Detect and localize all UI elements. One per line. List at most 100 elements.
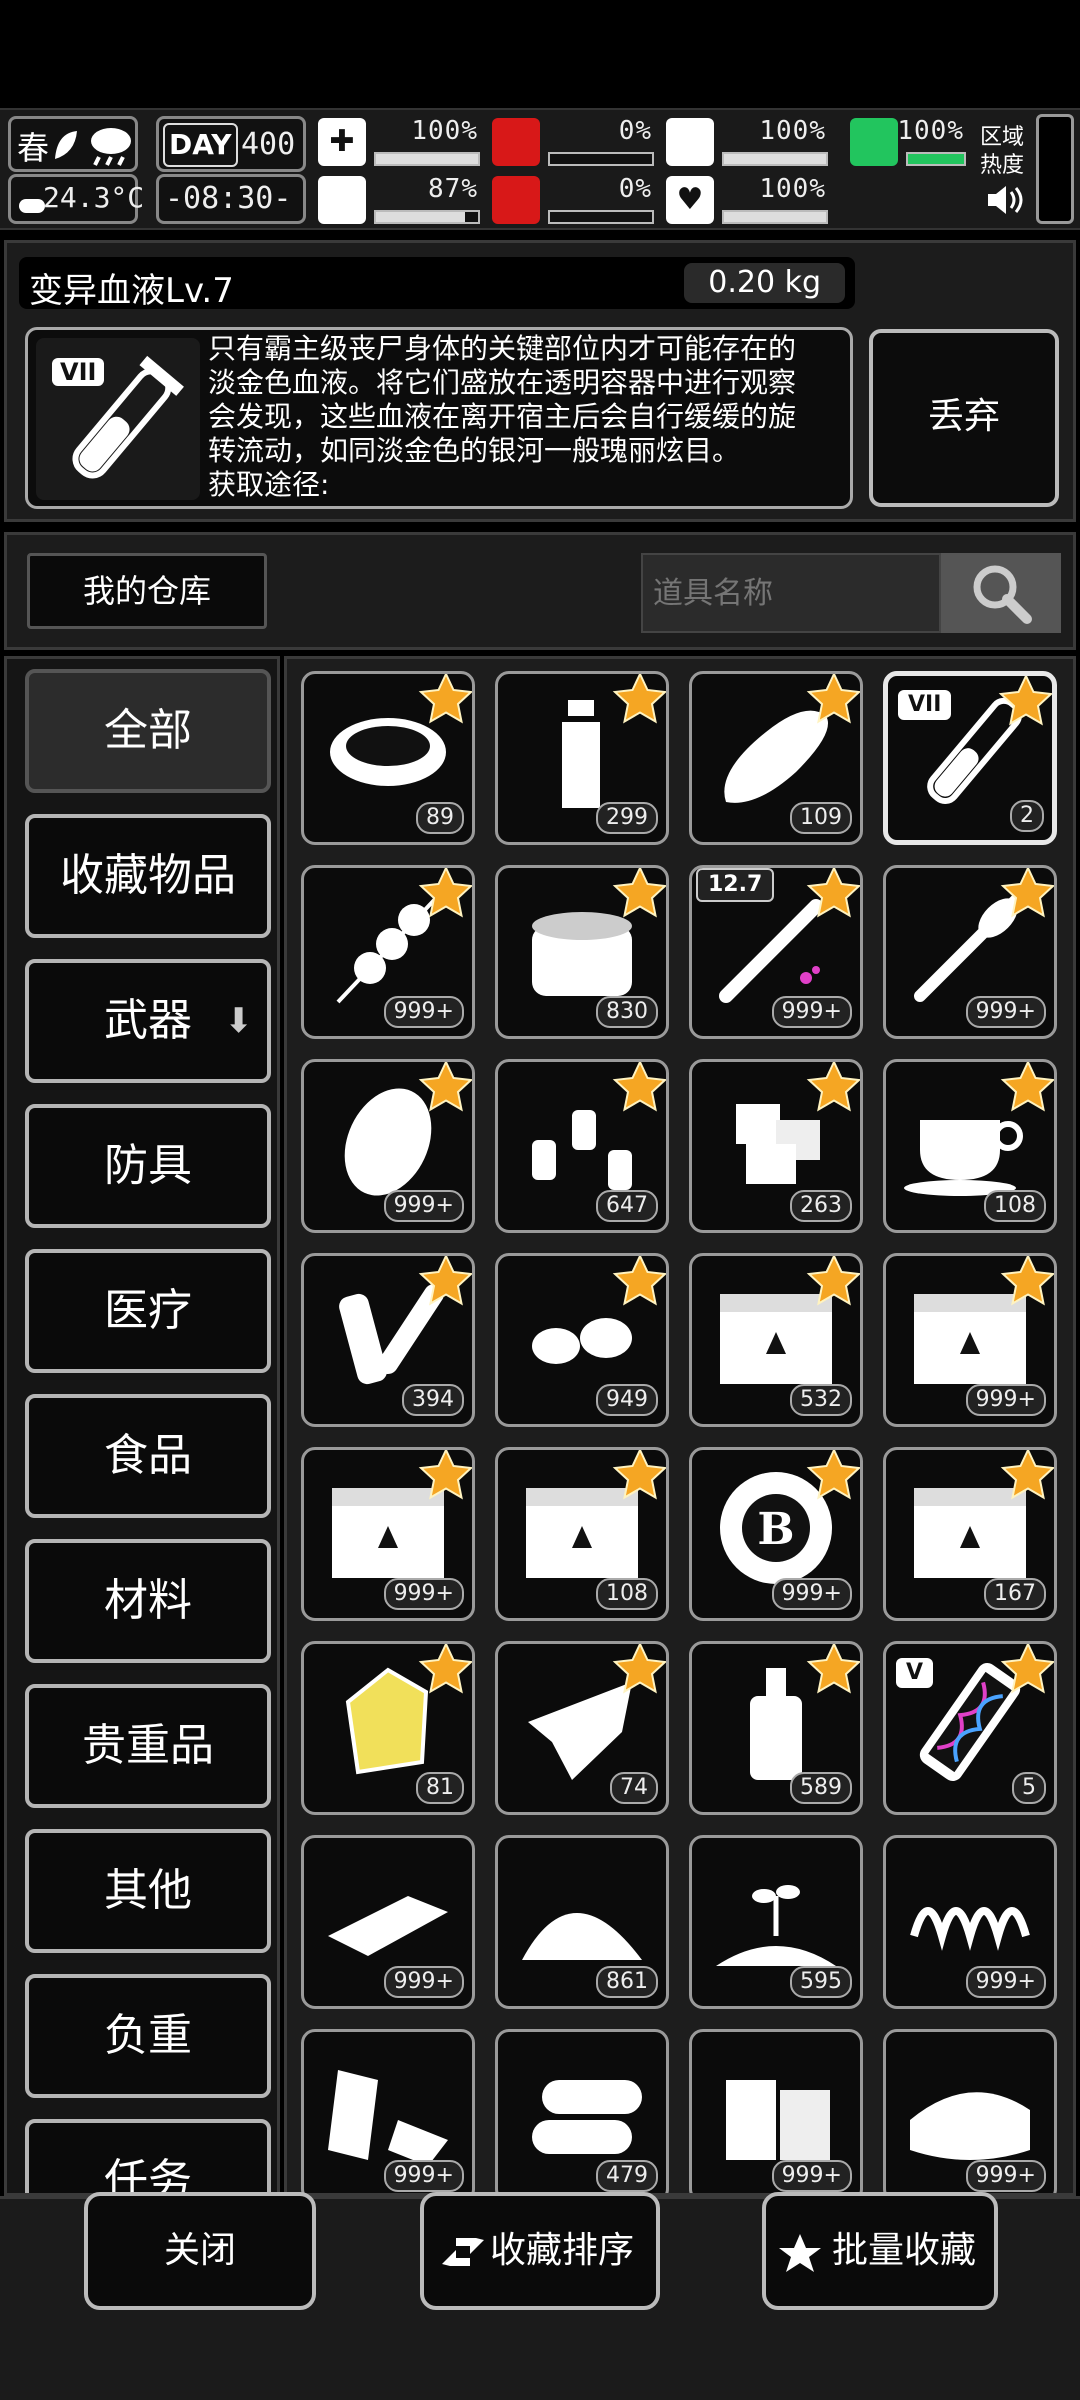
category-item-2[interactable]: 武器 ⬇ <box>25 959 271 1083</box>
favorite-star-icon[interactable] <box>416 1641 475 1700</box>
favorite-star-icon[interactable] <box>804 1447 863 1506</box>
favorite-star-icon[interactable] <box>610 1447 669 1506</box>
item-slot[interactable]: 532 <box>689 1253 863 1427</box>
season-box: 春 <box>8 116 138 172</box>
item-slot[interactable]: 647 <box>495 1059 669 1233</box>
search-button[interactable] <box>941 553 1061 633</box>
item-slot[interactable]: 108 <box>495 1447 669 1621</box>
favorite-star-icon[interactable] <box>998 1641 1057 1700</box>
favorite-star-icon[interactable] <box>416 865 475 924</box>
item-slot[interactable]: 589 <box>689 1641 863 1815</box>
favorite-star-icon[interactable] <box>998 1059 1057 1118</box>
item-slot[interactable]: 999+ <box>883 2029 1057 2193</box>
item-slot[interactable]: 999+ <box>301 1835 475 2009</box>
item-badge: 12.7 <box>696 868 775 902</box>
time-value: -08:30- <box>165 181 292 216</box>
item-slot[interactable]: 12.7 999+ <box>689 865 863 1039</box>
favorite-star-icon[interactable] <box>610 1253 669 1312</box>
favorite-star-icon[interactable] <box>804 1059 863 1118</box>
favorite-star-icon[interactable] <box>804 1253 863 1312</box>
item-slot[interactable]: 595 <box>689 1835 863 2009</box>
category-item-1[interactable]: 收藏物品 <box>25 814 271 938</box>
item-name: 变异血液Lv.7 <box>29 271 234 311</box>
favorite-star-icon[interactable] <box>998 865 1057 924</box>
favorite-star-icon[interactable] <box>610 1059 669 1118</box>
item-slot[interactable]: 949 <box>495 1253 669 1427</box>
item-slot[interactable]: 999+ <box>301 1059 475 1233</box>
item-count: 999+ <box>383 2160 464 2192</box>
item-slot[interactable]: 999+ <box>301 1447 475 1621</box>
item-count: 999+ <box>771 2160 852 2192</box>
item-slot[interactable]: B 999+ <box>689 1447 863 1621</box>
favorite-star-icon[interactable] <box>416 1253 475 1312</box>
favorite-star-icon[interactable] <box>998 1253 1057 1312</box>
item-slot[interactable]: V5 <box>883 1641 1057 1815</box>
item-slot[interactable]: 109 <box>689 671 863 845</box>
item-slot[interactable]: 999+ <box>301 865 475 1039</box>
batch-favorite-label: 批量收藏 <box>832 2230 977 2271</box>
my-storage-tab[interactable]: 我的仓库 <box>27 553 267 629</box>
item-slot[interactable]: 999+ <box>689 2029 863 2193</box>
favorite-star-icon[interactable] <box>998 1447 1057 1506</box>
item-count: 861 <box>596 1966 658 1998</box>
favorite-star-icon[interactable] <box>996 672 1056 732</box>
category-item-9[interactable]: 负重 <box>25 1974 271 2098</box>
stat-hydration: 100% <box>666 116 832 170</box>
heart-icon: ♥ <box>666 176 714 224</box>
item-grid: 89 299 109 VII 2 999+ 830 12.7 999+ 999+ 999+ 647 26… <box>284 656 1076 2196</box>
tier-badge: VII <box>52 358 105 386</box>
category-item-4[interactable]: 医疗 <box>25 1249 271 1373</box>
stat-value: 0% <box>618 174 652 204</box>
favorite-star-icon[interactable] <box>416 1447 475 1506</box>
batch-favorite-button[interactable]: 批量收藏 <box>762 2192 998 2310</box>
item-slot[interactable]: 89 <box>301 671 475 845</box>
favorite-star-icon[interactable] <box>610 1641 669 1700</box>
item-slot[interactable]: 299 <box>495 671 669 845</box>
favorite-star-icon[interactable] <box>416 1059 475 1118</box>
stat-value: 100% <box>897 116 964 146</box>
item-slot[interactable]: 861 <box>495 1835 669 2009</box>
discard-button[interactable]: 丢弃 <box>869 329 1059 507</box>
category-item-0[interactable]: 全部 <box>25 669 271 793</box>
favorite-star-icon[interactable] <box>610 865 669 924</box>
favorite-star-icon[interactable] <box>804 1641 863 1700</box>
item-slot[interactable]: VII 2 <box>883 671 1057 845</box>
item-slot[interactable]: 74 <box>495 1641 669 1815</box>
category-item-8[interactable]: 其他 <box>25 1829 271 1953</box>
item-slot[interactable]: 999+ <box>301 2029 475 2193</box>
item-slot[interactable]: 167 <box>883 1447 1057 1621</box>
category-item-5[interactable]: 食品 <box>25 1394 271 1518</box>
item-slot[interactable]: 999+ <box>883 1253 1057 1427</box>
favorite-star-icon[interactable] <box>416 671 475 730</box>
sort-favorites-button[interactable]: 收藏排序 <box>420 2192 660 2310</box>
category-label: 贵重品 <box>82 1720 214 1771</box>
speaker-icon[interactable] <box>984 182 1024 218</box>
category-item-3[interactable]: 防具 <box>25 1104 271 1228</box>
item-count: 81 <box>416 1772 464 1804</box>
search-input[interactable] <box>641 553 941 633</box>
stat-bar <box>548 152 654 166</box>
item-badge: V <box>896 1658 934 1688</box>
stat-value: 87% <box>428 174 478 204</box>
item-slot[interactable]: 479 <box>495 2029 669 2193</box>
favorite-star-icon[interactable] <box>804 671 863 730</box>
favorite-star-icon[interactable] <box>610 671 669 730</box>
close-button[interactable]: 关闭 <box>84 2192 316 2310</box>
item-slot[interactable]: 263 <box>689 1059 863 1233</box>
category-item-7[interactable]: 贵重品 <box>25 1684 271 1808</box>
category-item-6[interactable]: 材料 <box>25 1539 271 1663</box>
item-slot[interactable]: 999+ <box>883 1835 1057 2009</box>
item-slot[interactable]: 999+ <box>883 865 1057 1039</box>
item-slot[interactable]: 108 <box>883 1059 1057 1233</box>
favorite-star-icon[interactable] <box>804 865 863 924</box>
item-slot[interactable]: 81 <box>301 1641 475 1815</box>
star-arrow-icon <box>779 2234 821 2272</box>
item-slot[interactable]: 830 <box>495 865 669 1039</box>
item-description: 只有霸主级丧尸身体的关键部位内才可能存在的 淡金色血液。将它们盛放在透明容器中进行… <box>208 332 848 502</box>
stat-bar <box>374 210 480 224</box>
item-count: 479 <box>596 2160 658 2192</box>
item-slot[interactable]: 394 <box>301 1253 475 1427</box>
stat-boots: 100% <box>850 116 970 170</box>
item-description-box: VII 只有霸主级丧尸身体的关键部位内才可能存在的 淡金色血液。将它们盛放在透明容… <box>25 327 853 509</box>
category-item-10[interactable]: 任务 <box>25 2119 271 2193</box>
